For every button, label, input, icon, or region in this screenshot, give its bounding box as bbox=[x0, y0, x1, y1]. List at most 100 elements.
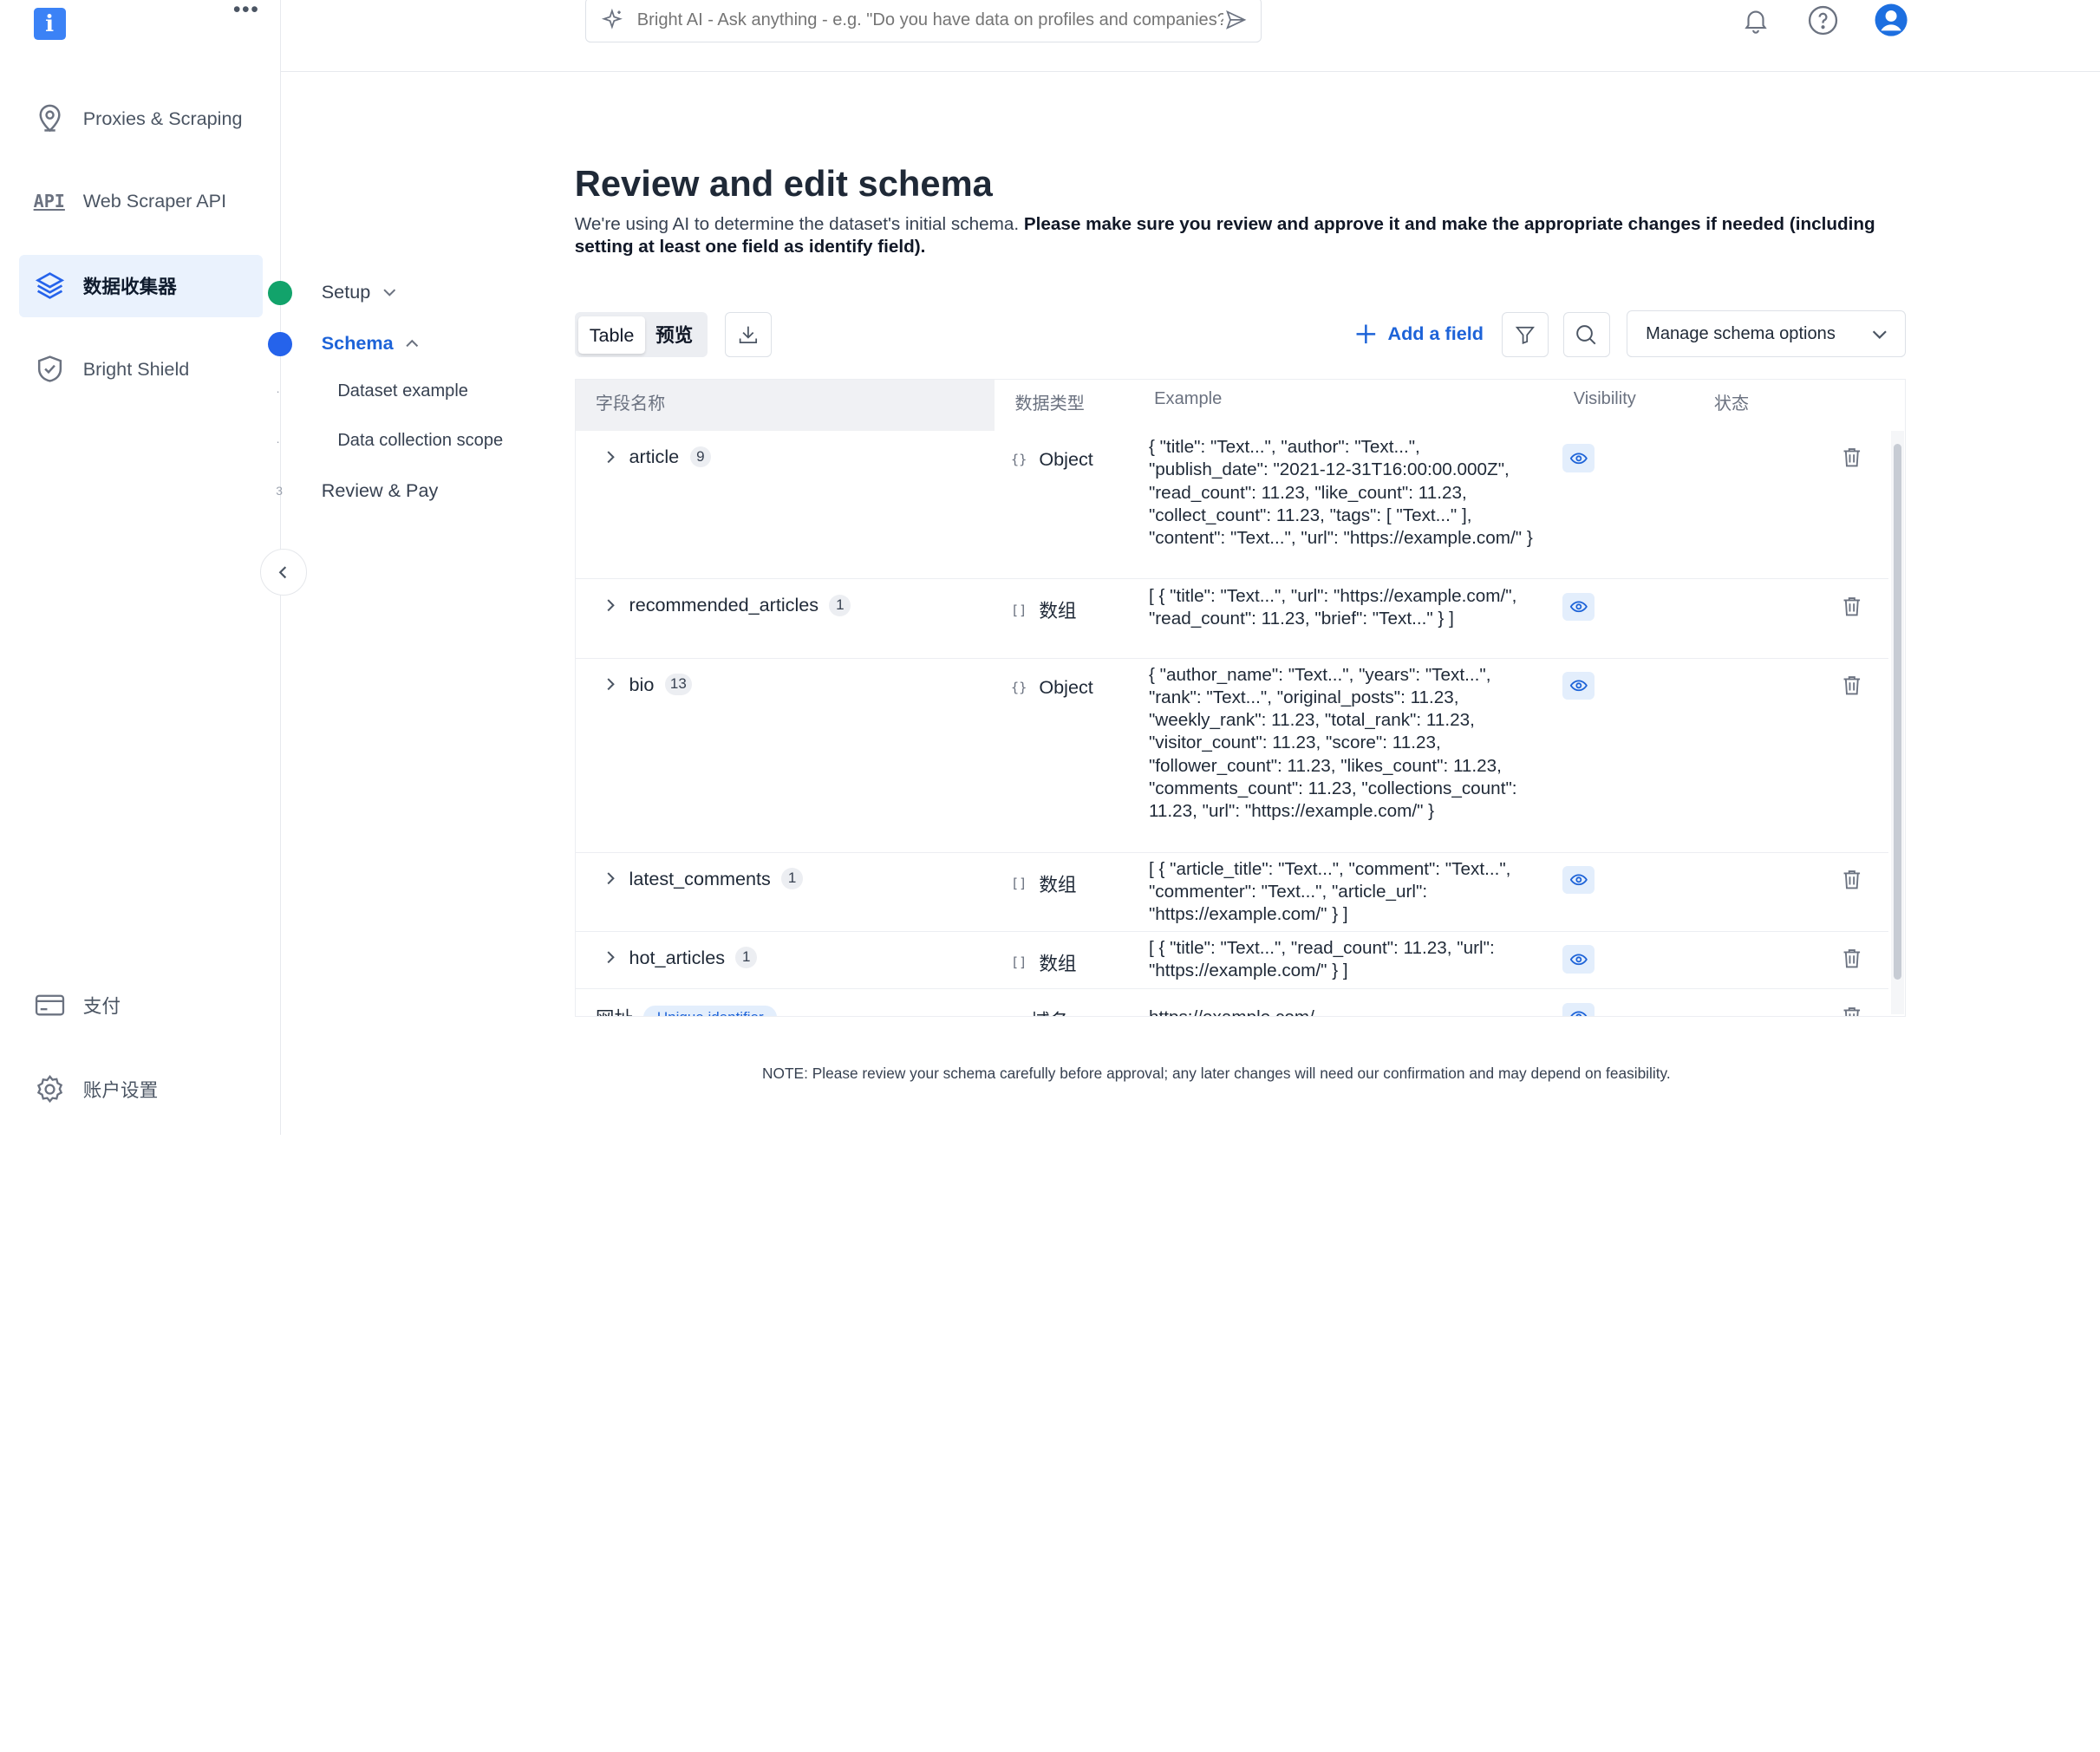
eye-icon bbox=[1569, 874, 1588, 886]
search-button[interactable] bbox=[1562, 311, 1610, 358]
sidebar-item-label: Web Scraper API bbox=[82, 190, 227, 212]
ai-search-box[interactable] bbox=[585, 0, 1262, 43]
field-name-cell: hot_articles 1 bbox=[603, 947, 758, 969]
visibility-toggle[interactable] bbox=[1562, 945, 1595, 974]
substep-dataset-example[interactable]: Dataset example bbox=[337, 381, 468, 401]
column-header-name[interactable]: 字段名称 bbox=[596, 389, 665, 414]
field-name[interactable]: hot_articles bbox=[629, 947, 726, 969]
step-review-pay[interactable]: Review & Pay bbox=[322, 479, 439, 502]
field-type: 域名 bbox=[1031, 1006, 1068, 1015]
manage-schema-options-dropdown[interactable]: Manage schema options bbox=[1626, 310, 1907, 358]
subfield-count-badge: 9 bbox=[689, 446, 712, 468]
chevron-right-icon[interactable] bbox=[603, 449, 619, 466]
ai-search-input[interactable] bbox=[636, 10, 1224, 30]
chevron-right-icon[interactable] bbox=[603, 870, 619, 887]
api-icon: API bbox=[33, 191, 65, 212]
sidebar-item-web-scraper-api[interactable]: API Web Scraper API bbox=[19, 170, 263, 233]
field-type: 数组 bbox=[1039, 873, 1077, 896]
sidebar-item-bright-shield[interactable]: Bright Shield bbox=[19, 337, 263, 401]
visibility-toggle[interactable] bbox=[1562, 1002, 1595, 1016]
visibility-toggle[interactable] bbox=[1562, 592, 1595, 622]
sidebar: i ••• Proxies & Scraping API Web Scraper… bbox=[0, 0, 282, 1135]
visibility-toggle[interactable] bbox=[1562, 444, 1595, 472]
column-header-visibility[interactable]: Visibility bbox=[1574, 389, 1636, 409]
sidebar-item-payment[interactable]: 支付 bbox=[19, 974, 263, 1037]
field-type-cell[interactable]: [] 数组 bbox=[1011, 870, 1077, 897]
eye-icon bbox=[1569, 453, 1588, 464]
chevron-left-icon bbox=[279, 566, 287, 579]
step-schema[interactable]: Schema bbox=[322, 332, 421, 355]
visibility-toggle[interactable] bbox=[1562, 865, 1595, 895]
sidebar-item-label: Bright Shield bbox=[82, 357, 190, 380]
more-options-icon[interactable]: ••• bbox=[233, 0, 260, 22]
field-type-cell[interactable]: {} Object bbox=[1011, 448, 1093, 471]
step-setup[interactable]: Setup bbox=[322, 281, 397, 303]
chevron-right-icon[interactable] bbox=[603, 597, 619, 614]
visibility-toggle[interactable] bbox=[1562, 671, 1595, 700]
layers-icon bbox=[35, 272, 64, 300]
credit-card-icon bbox=[35, 994, 64, 1016]
chevron-down-icon bbox=[1873, 330, 1888, 339]
field-name[interactable]: bio bbox=[629, 674, 655, 696]
field-name[interactable]: recommended_articles bbox=[629, 594, 819, 616]
download-button[interactable] bbox=[724, 311, 772, 358]
tab-preview[interactable]: 预览 bbox=[645, 316, 704, 354]
field-name[interactable]: latest_comments bbox=[629, 868, 771, 890]
step-done-marker bbox=[267, 281, 292, 306]
tab-table[interactable]: Table bbox=[578, 316, 645, 354]
field-type-cell[interactable]: {} Object bbox=[1011, 676, 1093, 699]
trash-icon[interactable] bbox=[1842, 446, 1862, 468]
column-header-example[interactable]: Example bbox=[1154, 389, 1222, 409]
step-connector: · bbox=[276, 433, 280, 448]
add-field-label: Add a field bbox=[1387, 322, 1484, 345]
table-scrollbar[interactable] bbox=[1890, 430, 1905, 1015]
field-name[interactable]: article bbox=[629, 446, 680, 468]
column-header-type[interactable]: 数据类型 bbox=[1014, 389, 1084, 414]
approval-note: NOTE: Please review your schema carefull… bbox=[762, 1065, 1671, 1083]
gear-icon bbox=[36, 1075, 62, 1104]
trash-icon[interactable] bbox=[1842, 674, 1862, 696]
field-type-cell[interactable]: ▭ 域名 bbox=[1011, 1006, 1068, 1015]
scrollbar-thumb[interactable] bbox=[1893, 444, 1902, 980]
trash-icon[interactable] bbox=[1842, 948, 1862, 969]
substep-data-collection-scope[interactable]: Data collection scope bbox=[337, 431, 503, 451]
collapse-sidebar-button[interactable] bbox=[259, 549, 307, 596]
sidebar-item-proxies[interactable]: Proxies & Scraping bbox=[19, 87, 263, 150]
field-example: [ { "article_title": "Text...", "comment… bbox=[1148, 858, 1511, 925]
step-current-marker bbox=[267, 332, 292, 356]
trash-icon[interactable] bbox=[1842, 869, 1862, 890]
object-type-icon: {} bbox=[1010, 451, 1027, 467]
field-example: { "title": "Text...", "author": "Text...… bbox=[1148, 437, 1533, 549]
send-icon[interactable] bbox=[1223, 8, 1248, 32]
field-type-cell[interactable]: [] 数组 bbox=[1011, 596, 1077, 623]
brand-logo[interactable]: i bbox=[33, 8, 66, 41]
subfield-count-badge: 1 bbox=[735, 947, 758, 968]
sidebar-item-data-collector[interactable]: 数据收集器 bbox=[18, 254, 263, 318]
help-icon[interactable] bbox=[1807, 4, 1839, 36]
field-name[interactable]: 网址 bbox=[596, 1004, 633, 1016]
avatar[interactable] bbox=[1874, 3, 1908, 37]
chevron-up-icon bbox=[406, 339, 419, 347]
sidebar-item-label: Proxies & Scraping bbox=[82, 107, 243, 129]
field-name-cell: bio 13 bbox=[603, 674, 692, 696]
column-header-status[interactable]: 状态 bbox=[1714, 389, 1749, 414]
sidebar-item-account-settings[interactable]: 账户设置 bbox=[19, 1058, 263, 1121]
field-example: [ { "title": "Text...", "read_count": 11… bbox=[1148, 937, 1495, 981]
field-name-cell: article 9 bbox=[603, 446, 712, 468]
chevron-right-icon[interactable] bbox=[603, 676, 619, 693]
field-type-cell[interactable]: [] 数组 bbox=[1011, 949, 1077, 976]
filter-button[interactable] bbox=[1501, 311, 1549, 358]
app-window: i ••• Proxies & Scraping API Web Scraper… bbox=[0, 0, 2100, 1135]
chevron-right-icon[interactable] bbox=[603, 949, 619, 966]
add-field-button[interactable]: Add a field bbox=[1355, 322, 1484, 345]
eye-icon bbox=[1569, 954, 1588, 965]
plus-icon bbox=[1356, 324, 1376, 344]
trash-icon[interactable] bbox=[1842, 1006, 1862, 1017]
table-body: article 9 {} Object { "title": "Text..."… bbox=[575, 431, 1888, 1017]
trash-icon[interactable] bbox=[1842, 596, 1862, 617]
unique-identifier-badge: Unique identifier bbox=[643, 1005, 778, 1016]
bell-icon[interactable] bbox=[1741, 4, 1771, 36]
step-connector: · bbox=[276, 384, 280, 399]
array-type-icon: [] bbox=[1010, 876, 1027, 892]
schema-table: 字段名称 数据类型 Example Visibility 状态 article … bbox=[574, 379, 1907, 1017]
